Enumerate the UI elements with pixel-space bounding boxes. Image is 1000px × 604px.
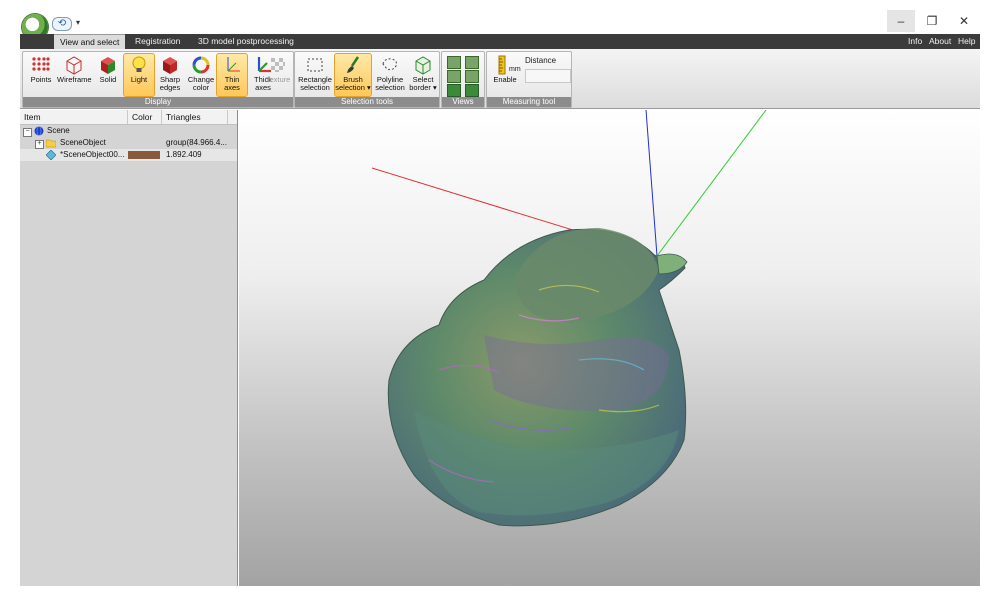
collapse-icon[interactable]: − <box>23 128 32 137</box>
measuring-tool-group-label: Measuring tool <box>487 97 571 107</box>
tab-3d-model-postprocessing[interactable]: 3D model postprocessing <box>192 34 300 49</box>
folder-icon <box>46 139 56 148</box>
expand-icon[interactable]: + <box>35 140 44 149</box>
column-color[interactable]: Color <box>128 110 162 124</box>
tree-item-name: Scene <box>47 126 70 135</box>
about-link[interactable]: About <box>929 34 951 49</box>
y-axis-line <box>656 110 767 257</box>
polyline-selection-label: Polyline selection <box>375 75 405 92</box>
points-button[interactable]: Points <box>26 54 56 96</box>
views-group: Views <box>441 51 485 108</box>
view-front-button[interactable] <box>447 56 461 69</box>
help-link[interactable]: Help <box>958 34 975 49</box>
3d-viewport[interactable] <box>239 110 980 586</box>
tree-row-sceneobject[interactable]: + SceneObject group(84.966.4... <box>20 137 237 149</box>
brush-selection-label: Brush selection ▾ <box>335 75 371 92</box>
change-color-label: Change color <box>187 75 215 92</box>
brush-selection-button[interactable]: Brush selection ▾ <box>334 53 372 97</box>
thin-axes-icon <box>227 57 240 72</box>
wireframe-label: Wireframe <box>57 75 92 84</box>
column-triangles[interactable]: Triangles <box>162 110 228 124</box>
select-border-label: Select border ▾ <box>409 75 437 92</box>
enable-label: Enable <box>493 75 517 84</box>
display-group: Points Wireframe Solid Light Sharp edges <box>22 51 294 108</box>
tab-registration[interactable]: Registration <box>129 34 186 49</box>
tree-row-scene[interactable]: − Scene <box>20 125 237 137</box>
solid-label: Solid <box>99 75 117 84</box>
light-button[interactable]: Light <box>123 53 155 97</box>
solid-button[interactable]: Solid <box>93 54 123 96</box>
tree-item-name: *SceneObject00... <box>60 150 125 159</box>
ribbon-tab-bar: View and select Registration 3D model po… <box>20 34 980 50</box>
info-link[interactable]: Info <box>908 34 922 49</box>
scene-tree-panel: Item Color Triangles − Scene + SceneObje… <box>20 110 238 586</box>
ribbon: Points Wireframe Solid Light Sharp edges <box>20 49 980 109</box>
distance-field <box>525 69 571 83</box>
brush-icon <box>347 56 360 73</box>
tree-item-triangles: 1.892.409 <box>166 150 202 159</box>
scanned-mesh-model <box>387 228 688 527</box>
solid-cube-icon <box>101 57 115 74</box>
view-top-button[interactable] <box>447 84 461 97</box>
undo-icon: ⟲ <box>57 18 67 29</box>
view-back-button[interactable] <box>465 56 479 69</box>
light-label: Light <box>130 75 148 84</box>
polyline-icon <box>382 58 397 71</box>
sharp-edges-label: Sharp edges <box>159 75 181 92</box>
color-swatch[interactable] <box>128 151 160 159</box>
thin-axes-button[interactable]: Thin axes <box>216 53 248 97</box>
column-item[interactable]: Item <box>20 110 128 124</box>
restore-button[interactable]: ❐ <box>918 10 946 32</box>
wireframe-button[interactable]: Wireframe <box>57 54 92 96</box>
unit-label: mm <box>509 66 521 73</box>
tree-item-triangles: group(84.966.4... <box>166 138 227 147</box>
view-left-button[interactable] <box>447 70 461 83</box>
rectangle-selection-label: Rectangle selection <box>298 75 332 92</box>
points-icon <box>32 57 50 71</box>
rectangle-selection-button[interactable]: Rectangle selection <box>297 54 333 96</box>
texture-button[interactable]: Texture <box>263 54 293 96</box>
light-bulb-icon <box>132 56 146 72</box>
views-group-label: Views <box>442 97 484 107</box>
minimize-button[interactable]: – <box>887 10 915 32</box>
texture-label: Texture <box>265 75 291 84</box>
mesh-object-icon <box>46 150 56 160</box>
undo-button[interactable]: ⟲ <box>52 17 72 31</box>
selection-tools-group: Rectangle selection Brush selection ▾ Po… <box>294 51 440 108</box>
customize-quick-access-button[interactable]: ▾ <box>76 18 80 27</box>
tree-item-name: SceneObject <box>60 138 106 147</box>
display-group-label: Display <box>23 97 293 107</box>
selection-tools-group-label: Selection tools <box>295 97 439 107</box>
title-bar: ⟲ ▾ – ❐ ✕ <box>0 0 1000 40</box>
sharp-edges-button[interactable]: Sharp edges <box>155 54 185 96</box>
tab-view-and-select[interactable]: View and select <box>54 34 126 50</box>
z-axis-line <box>645 110 658 257</box>
distance-label: Distance <box>525 56 557 65</box>
wireframe-icon <box>66 56 82 75</box>
points-label: Points <box>30 75 52 84</box>
view-bottom-button[interactable] <box>465 84 479 97</box>
enable-measuring-button[interactable]: mm Enable <box>489 54 521 96</box>
texture-icon <box>271 58 285 72</box>
select-border-button[interactable]: Select border ▾ <box>408 54 438 96</box>
sharp-edges-icon <box>163 57 177 74</box>
measuring-tool-group: mm Enable Distance Measuring tool <box>486 51 572 108</box>
thin-axes-label: Thin axes <box>224 75 240 92</box>
close-button[interactable]: ✕ <box>950 10 978 32</box>
viewport-canvas <box>371 110 767 527</box>
polyline-selection-button[interactable]: Polyline selection <box>373 54 407 96</box>
scene-globe-icon <box>34 126 44 136</box>
tree-header: Item Color Triangles <box>20 110 237 125</box>
select-border-icon <box>415 56 431 75</box>
color-ring-icon <box>192 56 210 74</box>
tree-row-sceneobject00[interactable]: *SceneObject00... 1.892.409 <box>20 149 237 161</box>
rectangle-selection-icon <box>307 58 323 72</box>
change-color-button[interactable]: Change color <box>186 54 216 96</box>
view-right-button[interactable] <box>465 70 479 83</box>
